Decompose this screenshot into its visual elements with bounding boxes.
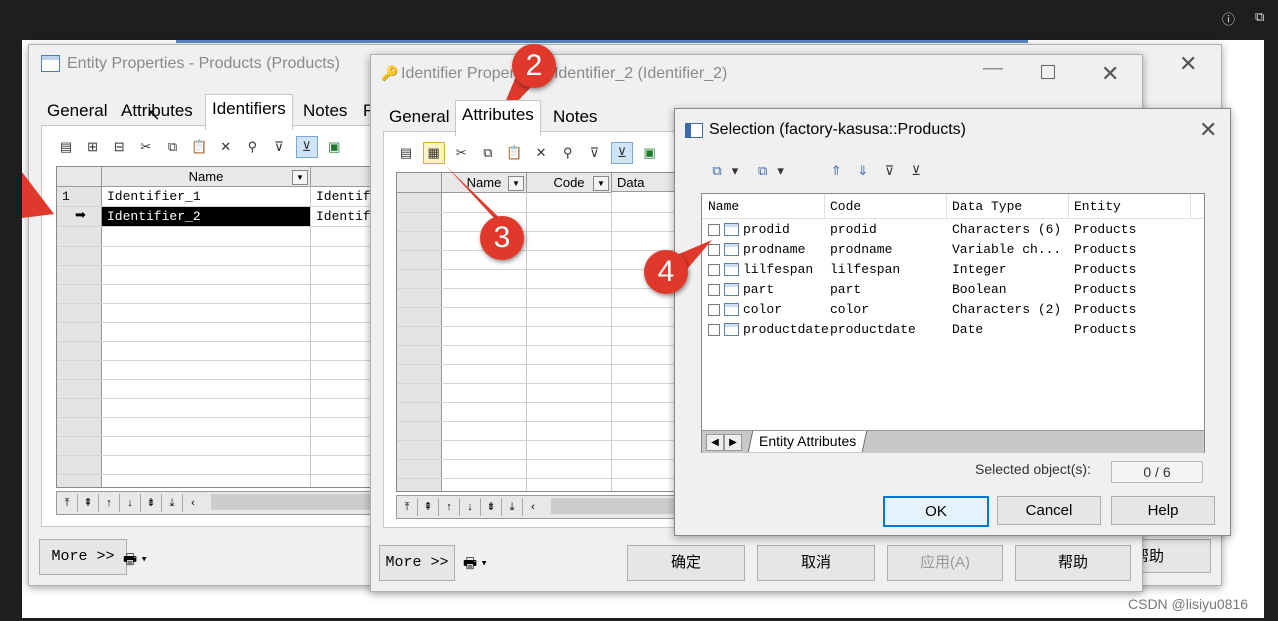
- annotation-layer: [22, 74, 712, 282]
- tab-identifiers[interactable]: Identifiers: [205, 94, 293, 130]
- watermark: CSDN @lisiyu0816: [1128, 596, 1249, 612]
- annotation-arrow-1: [22, 172, 54, 218]
- annotation-badge-4: 4: [644, 250, 688, 294]
- annotation-badge-2: 2: [512, 44, 556, 88]
- tab-attributes[interactable]: Attributes: [455, 100, 541, 136]
- annotation-badge-3: 3: [480, 216, 524, 260]
